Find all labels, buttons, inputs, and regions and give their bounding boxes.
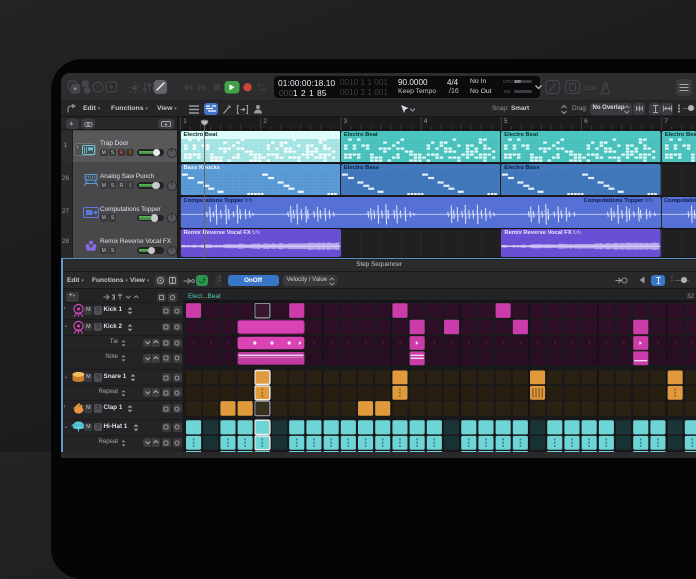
svg-text:?: ? <box>96 84 100 91</box>
svg-text:1234: 1234 <box>583 85 597 92</box>
